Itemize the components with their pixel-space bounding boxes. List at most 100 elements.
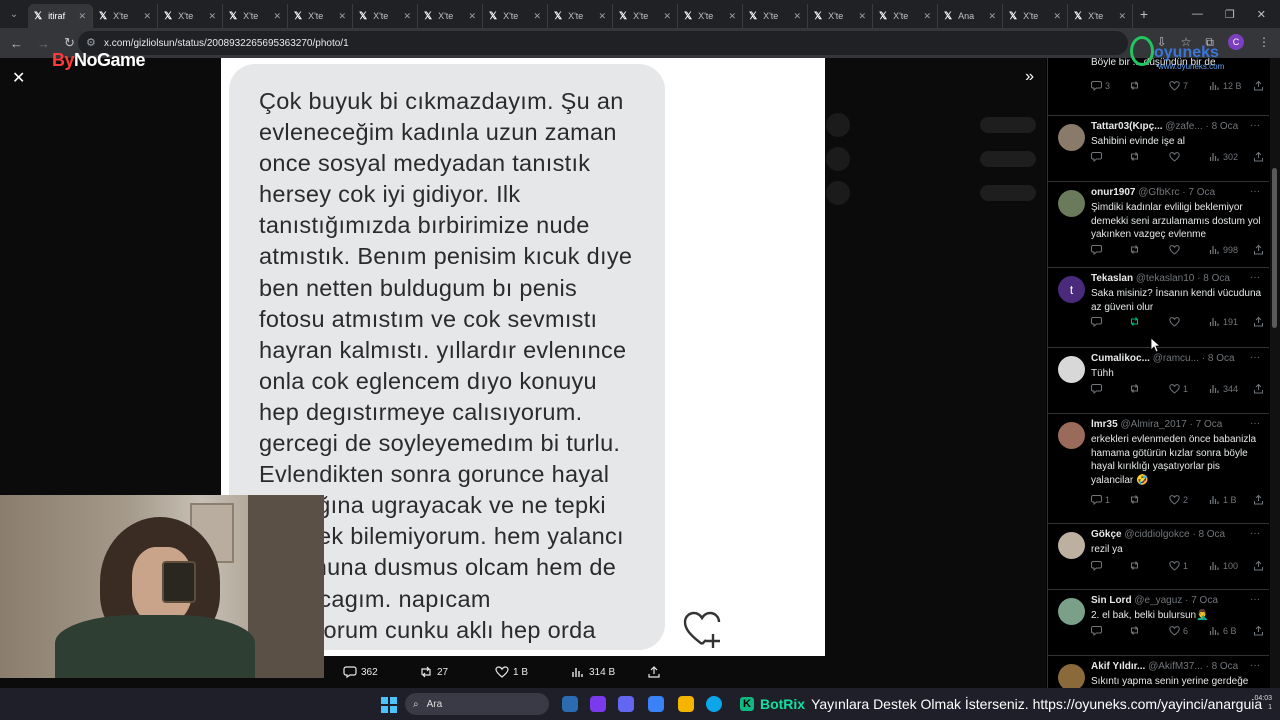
browser-tab[interactable]: 𝕏 X'te ✕ (353, 4, 418, 28)
close-tab-icon[interactable]: ✕ (1118, 11, 1126, 22)
avatar[interactable] (1058, 664, 1085, 688)
close-tab-icon[interactable]: ✕ (273, 11, 281, 22)
browser-tab[interactable]: 𝕏 X'te ✕ (678, 4, 743, 28)
reply-date[interactable]: 8 Oca (1203, 273, 1230, 284)
repost-button[interactable] (1129, 316, 1143, 327)
taskview-icon[interactable] (562, 696, 578, 712)
share-button[interactable] (647, 665, 723, 679)
reply-button[interactable]: 3 (1091, 80, 1110, 91)
copilot-icon[interactable] (590, 696, 606, 712)
repost-button[interactable] (1129, 244, 1143, 255)
reply-handle[interactable]: @zafe... (1165, 121, 1202, 132)
close-tab-icon[interactable]: ✕ (858, 11, 866, 22)
reply-item[interactable]: onur1907 @GfbKrc · 7 Oca ··· Şimdiki kadın… (1048, 182, 1269, 268)
reply-item[interactable]: lmr35 @Almira_2017 · 7 Oca ··· erkekleri e… (1048, 414, 1269, 524)
system-clock[interactable]: 04:03 1 (1254, 694, 1272, 712)
reply-author[interactable]: Tekaslan (1091, 273, 1133, 284)
avatar[interactable]: t (1058, 276, 1085, 303)
views-button[interactable]: 314 B (571, 665, 647, 679)
heart-button[interactable]: 6 (1169, 625, 1188, 636)
minimize-icon[interactable]: — (1192, 8, 1203, 21)
address-bar[interactable]: ⚙ x.com/gizliolsun/status/20089322656953… (78, 31, 1128, 55)
browser-tab[interactable]: 𝕏 X'te ✕ (223, 4, 288, 28)
more-icon[interactable]: ··· (1250, 120, 1260, 131)
close-icon[interactable]: ✕ (12, 68, 25, 88)
more-icon[interactable]: ··· (1250, 660, 1260, 671)
reply-button[interactable] (1091, 625, 1105, 636)
tab-search-button[interactable]: ⌄ (4, 4, 24, 24)
more-icon[interactable]: ··· (1250, 186, 1260, 197)
close-window-icon[interactable]: ✕ (1257, 8, 1266, 21)
close-tab-icon[interactable]: ✕ (728, 11, 736, 22)
reload-icon[interactable]: ↻ (64, 35, 75, 51)
reply-item[interactable]: Akif Yıldır... @AkifM37... · 8 Oca ··· Sık… (1048, 656, 1269, 688)
browser-tab[interactable]: 𝕏 Ana ✕ (938, 4, 1003, 28)
avatar[interactable] (1058, 356, 1085, 383)
close-tab-icon[interactable]: ✕ (598, 11, 606, 22)
close-tab-icon[interactable]: ✕ (988, 11, 996, 22)
close-tab-icon[interactable]: ✕ (1053, 11, 1061, 22)
reply-item[interactable]: Tattar03(Kıpç... @zafe... · 8 Oca ··· Sahi… (1048, 116, 1269, 182)
avatar[interactable] (1058, 422, 1085, 449)
heart-button[interactable] (1169, 316, 1183, 327)
reply-author[interactable]: Sin Lord (1091, 595, 1132, 606)
reply-button[interactable]: 362 (343, 665, 419, 679)
share-button[interactable] (1253, 244, 1264, 255)
close-tab-icon[interactable]: ✕ (923, 11, 931, 22)
views-button[interactable]: 6 B (1209, 625, 1237, 636)
browser-tab[interactable]: 𝕏 X'te ✕ (158, 4, 223, 28)
forward-icon[interactable]: → (37, 36, 50, 51)
store-icon[interactable] (648, 696, 664, 712)
share-button[interactable] (1253, 383, 1264, 394)
edge-icon[interactable] (706, 696, 722, 712)
reply-button[interactable] (1091, 560, 1105, 571)
site-info-icon[interactable]: ⚙ (86, 36, 96, 49)
views-button[interactable]: 191 (1209, 316, 1238, 327)
reply-button[interactable]: 1 (1091, 494, 1110, 505)
reply-date[interactable]: 7 Oca (1196, 419, 1223, 430)
close-tab-icon[interactable]: ✕ (663, 11, 671, 22)
back-icon[interactable]: ← (10, 36, 23, 51)
views-button[interactable]: 344 (1209, 383, 1238, 394)
browser-tab[interactable]: 𝕏 X'te ✕ (808, 4, 873, 28)
menu-icon[interactable]: ⋮ (1258, 35, 1270, 49)
browser-tab[interactable]: 𝕏 X'te ✕ (548, 4, 613, 28)
reply-button[interactable] (1091, 383, 1105, 394)
reply-button[interactable] (1091, 316, 1105, 327)
heart-button[interactable] (1169, 151, 1183, 162)
views-button[interactable]: 302 (1209, 151, 1238, 162)
views-button[interactable]: 998 (1209, 244, 1238, 255)
reply-date[interactable]: 7 Oca (1191, 595, 1218, 606)
close-tab-icon[interactable]: ✕ (78, 11, 86, 22)
more-icon[interactable]: ··· (1250, 418, 1260, 429)
close-tab-icon[interactable]: ✕ (338, 11, 346, 22)
browser-tab[interactable]: 𝕏 X'te ✕ (1068, 4, 1133, 28)
views-button[interactable]: 100 (1209, 560, 1238, 571)
repost-button[interactable]: 27 (419, 665, 495, 679)
close-tab-icon[interactable]: ✕ (793, 11, 801, 22)
share-button[interactable] (1253, 560, 1264, 571)
share-button[interactable] (1253, 316, 1264, 327)
reply-handle[interactable]: @GfbKrc (1138, 187, 1179, 198)
views-button[interactable]: 12 B (1209, 80, 1242, 91)
reply-item[interactable]: Gökçe @ciddiolgokce · 8 Oca ··· rezil ya 1 1… (1048, 524, 1269, 590)
reply-author[interactable]: Akif Yıldır... (1091, 661, 1145, 672)
more-icon[interactable]: ··· (1250, 528, 1260, 539)
teams-icon[interactable] (618, 696, 634, 712)
close-tab-icon[interactable]: ✕ (208, 11, 216, 22)
reply-date[interactable]: 7 Oca (1188, 187, 1215, 198)
avatar[interactable] (1058, 124, 1085, 151)
avatar[interactable] (1058, 190, 1085, 217)
repost-button[interactable] (1129, 151, 1143, 162)
taskbar-search[interactable]: ⌕ Ara (405, 693, 549, 715)
close-tab-icon[interactable]: ✕ (533, 11, 541, 22)
reply-handle[interactable]: @Almira_2017 (1120, 419, 1186, 430)
more-icon[interactable]: ··· (1250, 352, 1260, 363)
more-icon[interactable]: ··· (1250, 272, 1260, 283)
views-button[interactable]: 1 B (1209, 494, 1237, 505)
repost-button[interactable] (1129, 494, 1143, 505)
reply-author[interactable]: Tattar03(Kıpç... (1091, 121, 1163, 132)
repost-button[interactable] (1129, 560, 1143, 571)
reply-item[interactable]: t Tekaslan @tekaslan10 · 8 Oca ··· Saka mis… (1048, 268, 1269, 348)
like-button[interactable]: 1 B (495, 665, 571, 679)
